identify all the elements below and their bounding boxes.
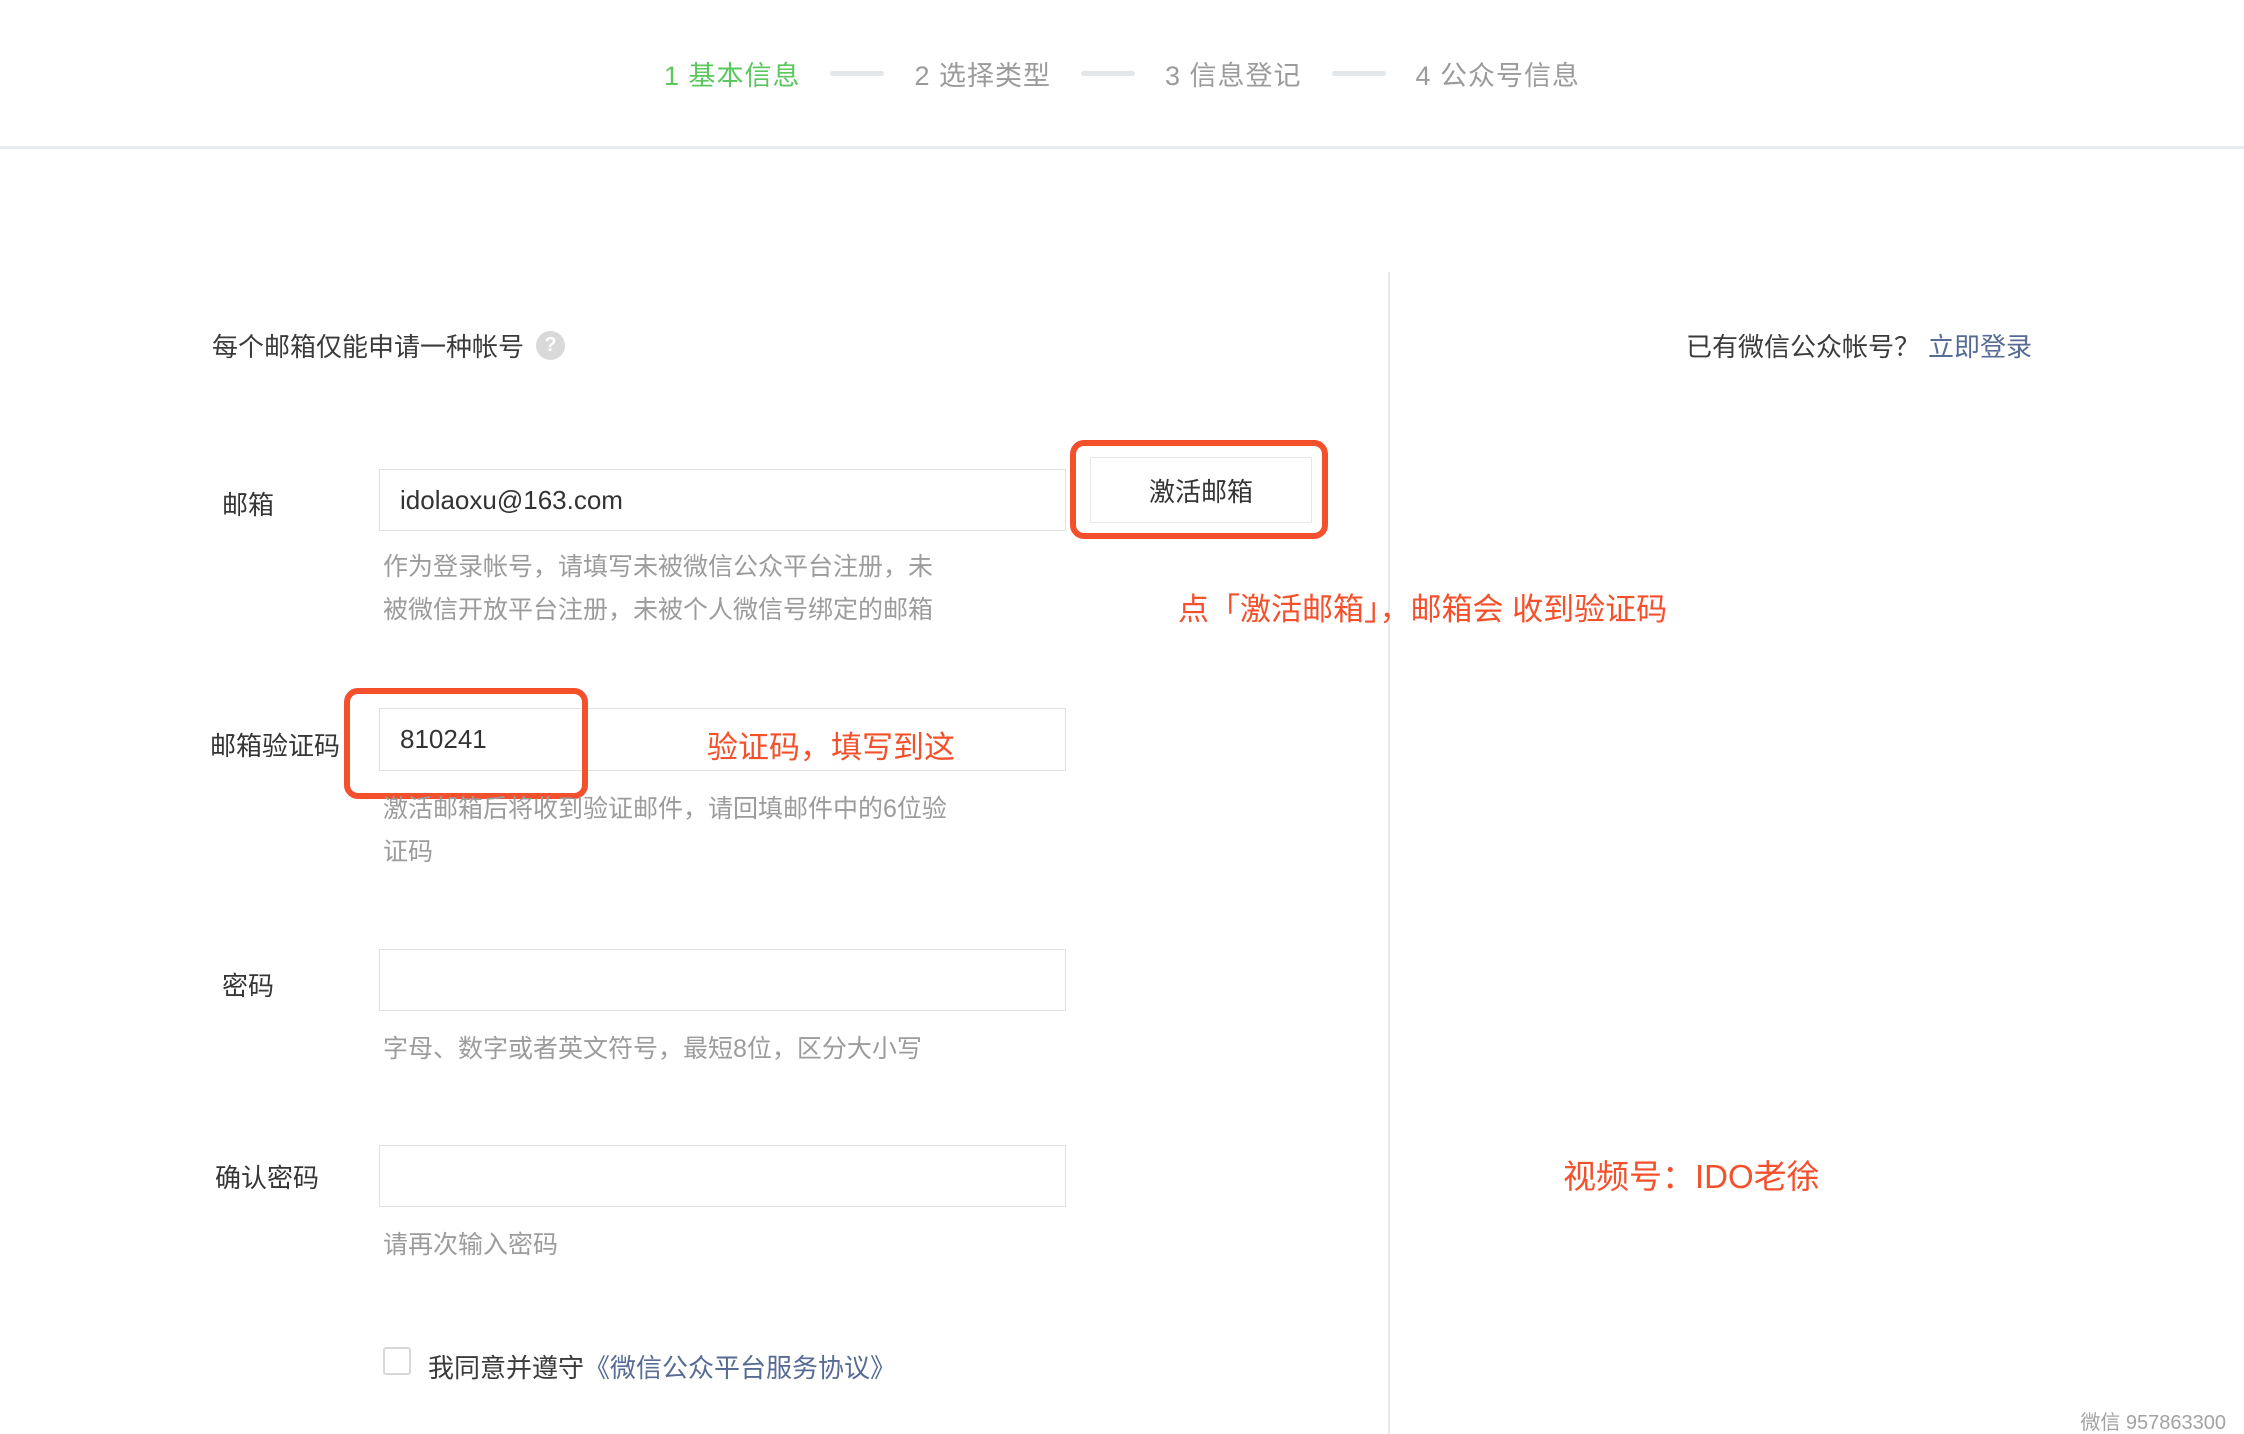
code-help-line1: 激活邮箱后将收到验证邮件，请回填邮件中的6位验: [383, 788, 947, 831]
code-annotation: 验证码，填写到这: [707, 722, 955, 767]
confirm-password-input[interactable]: [379, 1145, 1066, 1207]
confirm-password-help: 请再次输入密码: [383, 1224, 558, 1267]
step-info-registration: 3 信息登记: [1165, 54, 1302, 93]
step-connector: [1081, 71, 1135, 76]
channel-annotation: 视频号：IDO老徐: [1563, 1150, 1820, 1198]
password-input[interactable]: [379, 949, 1066, 1011]
agreement-text: 我同意并遵守《微信公众平台服务协议》: [428, 1348, 896, 1385]
question-mark-icon[interactable]: ?: [536, 331, 565, 360]
existing-account-note: 已有微信公众帐号？ 立即登录: [1686, 327, 2032, 364]
step-choose-type: 2 选择类型: [914, 54, 1051, 93]
email-rule-text: 每个邮箱仅能申请一种帐号: [212, 327, 524, 364]
activate-email-button[interactable]: 激活邮箱: [1090, 457, 1312, 523]
code-label: 邮箱验证码: [210, 726, 340, 763]
password-label: 密码: [222, 966, 274, 1003]
step-connector: [830, 71, 884, 76]
email-help-line1: 作为登录帐号，请填写未被微信公众平台注册，未: [383, 546, 933, 589]
agreement-checkbox[interactable]: [383, 1347, 411, 1375]
wizard-stepper: 1 基本信息 2 选择类型 3 信息登记 4 公众号信息: [664, 54, 1580, 93]
vertical-divider: [1388, 272, 1390, 1434]
code-help-line2: 证码: [383, 831, 433, 874]
service-agreement-link[interactable]: 《微信公众平台服务协议》: [584, 1353, 896, 1383]
password-help: 字母、数字或者英文符号，最短8位，区分大小写: [383, 1028, 922, 1071]
email-label: 邮箱: [222, 485, 274, 522]
existing-account-text: 已有微信公众帐号？: [1686, 327, 1920, 364]
step-account-info: 4 公众号信息: [1416, 54, 1581, 93]
agreement-prefix: 我同意并遵守: [428, 1353, 584, 1383]
login-now-link[interactable]: 立即登录: [1928, 327, 2032, 364]
wizard-header: 1 基本信息 2 选择类型 3 信息登记 4 公众号信息: [0, 0, 2244, 149]
step-basic-info: 1 基本信息: [664, 54, 801, 93]
watermark-text: 微信 957863300: [2080, 1406, 2226, 1434]
email-input[interactable]: [379, 469, 1066, 531]
activate-annotation: 点「激活邮箱」，邮箱会 收到验证码: [1178, 584, 1667, 629]
email-help-line2: 被微信开放平台注册，未被个人微信号绑定的邮箱: [383, 589, 933, 632]
step-connector: [1332, 71, 1386, 76]
email-rule-note: 每个邮箱仅能申请一种帐号 ?: [212, 327, 565, 364]
registration-page: 1 基本信息 2 选择类型 3 信息登记 4 公众号信息 每个邮箱仅能申请一种帐…: [0, 0, 2244, 1434]
confirm-password-label: 确认密码: [215, 1158, 319, 1195]
